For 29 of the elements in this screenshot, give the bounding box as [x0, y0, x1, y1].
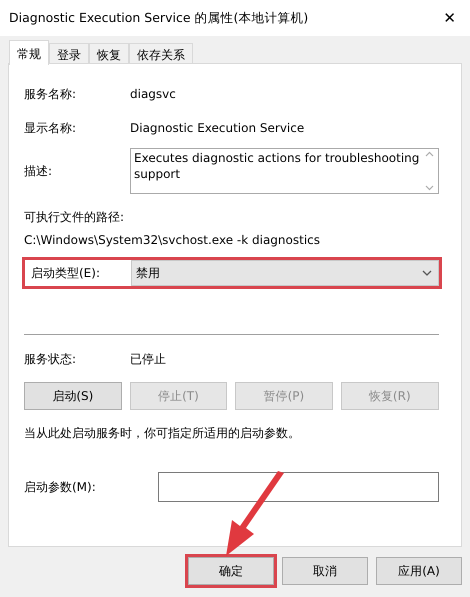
cancel-button[interactable]: 取消 [282, 557, 368, 585]
chevron-icon [422, 270, 432, 276]
apply-button[interactable]: 应用(A) [376, 557, 462, 585]
tab[interactable]: 依存关系 [129, 43, 193, 63]
close-button[interactable]: ✕ [437, 6, 462, 30]
field-value: 已停止 [130, 351, 166, 368]
scrollbar[interactable] [424, 151, 435, 191]
tab[interactable]: 常规 [9, 40, 49, 65]
start-parameters-field[interactable] [158, 472, 439, 502]
field-label: 描述: [24, 163, 54, 180]
field-label: 启动类型(E): [30, 265, 101, 282]
field-label: 可执行文件的路径: [24, 209, 126, 226]
field-label: 服务状态: [24, 351, 78, 368]
startup-type-dropdown[interactable]: 禁用 [131, 260, 439, 286]
path-text: C:\Windows\System32\svchost.exe -k diagnostics [24, 232, 322, 249]
scroll-down-icon[interactable] [424, 185, 434, 191]
description-field[interactable]: Executes diagnostic actions for troubleshooting support [130, 148, 439, 194]
ok-button[interactable]: 确定 [188, 557, 274, 585]
tab[interactable]: 恢复 [89, 43, 129, 63]
tab[interactable]: 登录 [49, 43, 89, 63]
field-label: 服务名称: [24, 86, 78, 103]
field-label: 启动参数(M): [24, 479, 97, 496]
field-value: Diagnostic Execution Service [130, 120, 304, 137]
window-title: Diagnostic Execution Service 的属性(本地计算机) [9, 8, 308, 27]
scroll-up-icon[interactable] [424, 151, 434, 157]
field-value: diagsvc [130, 86, 176, 103]
field-label: 显示名称: [24, 120, 78, 137]
service-button[interactable]: 启动(S) [24, 382, 122, 410]
hint-text: 当从此处启动服务时，你可指定所适用的启动参数。 [24, 425, 301, 442]
